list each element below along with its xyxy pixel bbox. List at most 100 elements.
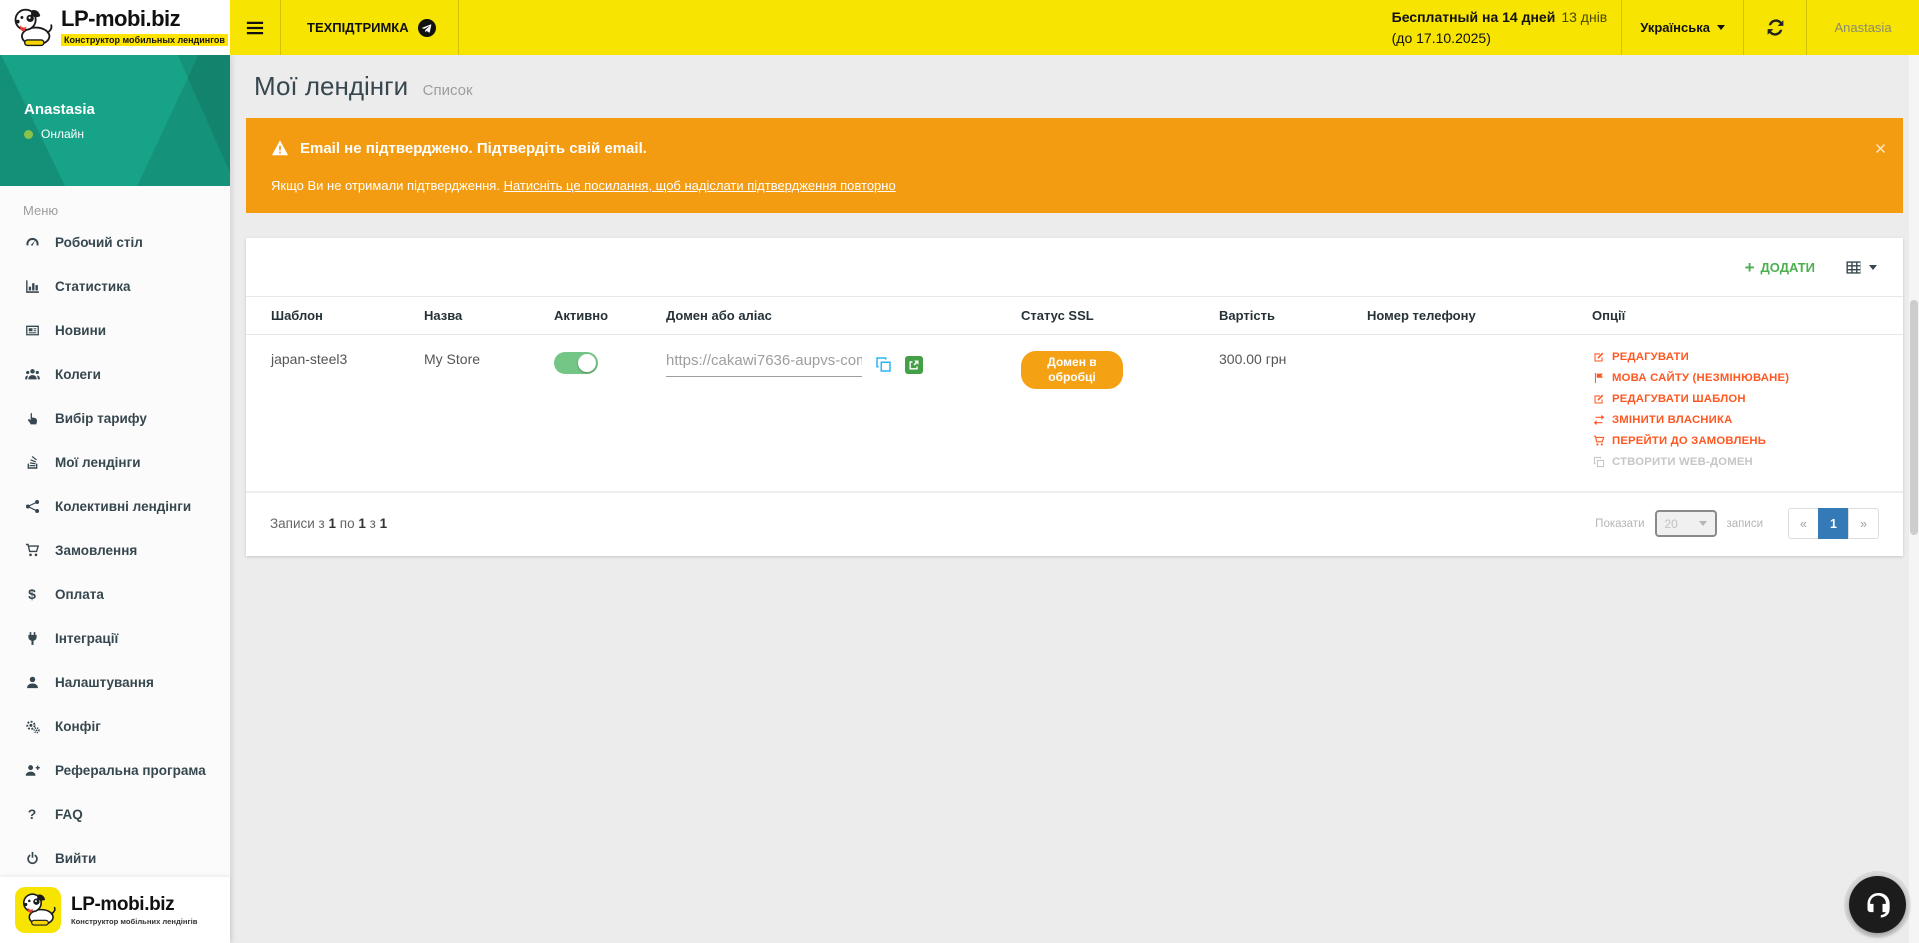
- sidebar-item-tariff[interactable]: Вибір тарифу: [0, 396, 230, 440]
- sidebar-menu: Робочий стіл Статистика Новини Колеги Ви…: [0, 220, 230, 877]
- card-toolbar: + ДОДАТИ: [246, 238, 1903, 296]
- menu-section-label: Меню: [0, 186, 230, 220]
- edit-icon: [1592, 351, 1606, 363]
- sidebar-item-label: Оплата: [55, 587, 104, 602]
- sidebar-item-label: Колеги: [55, 367, 101, 382]
- trial-plan-name: Бесплатный на 14 дней: [1392, 9, 1556, 25]
- create-web-domain-icon: [1592, 456, 1606, 468]
- colleagues-icon: [23, 367, 41, 382]
- sidebar-item-label: Інтеграції: [55, 631, 118, 646]
- plus-icon: +: [1745, 259, 1755, 276]
- footer-logo-title: LP-mobi.biz: [71, 894, 197, 916]
- col-header-ssl: Статус SSL: [1013, 297, 1211, 335]
- chevron-down-icon: [1717, 25, 1725, 34]
- sidebar-item-collective-landings[interactable]: Колективні лендінги: [0, 484, 230, 528]
- columns-toggle-button[interactable]: [1845, 259, 1877, 276]
- option-change-owner[interactable]: ЗМІНИТИ ВЛАСНИКА: [1592, 414, 1895, 426]
- chevron-down-icon: [1699, 521, 1707, 530]
- pagination-prev[interactable]: «: [1788, 508, 1819, 539]
- pagination-next[interactable]: »: [1848, 508, 1879, 539]
- sidebar-item-settings[interactable]: Налаштування: [0, 660, 230, 704]
- language-label: Українська: [1640, 20, 1710, 35]
- page-size-select[interactable]: 20: [1655, 510, 1717, 537]
- page-subtitle: Список: [423, 82, 473, 99]
- option-edit-template[interactable]: РЕДАГУВАТИ ШАБЛОН: [1592, 393, 1895, 405]
- sidebar-item-label: Вийти: [55, 851, 96, 866]
- change-owner-icon: [1592, 414, 1606, 426]
- sidebar-item-payment[interactable]: $ Оплата: [0, 572, 230, 616]
- col-header-options: Опції: [1584, 297, 1903, 335]
- telegram-icon: [418, 19, 436, 37]
- sidebar-item-news[interactable]: Новини: [0, 308, 230, 352]
- sidebar-item-referral[interactable]: Реферальна програма: [0, 748, 230, 792]
- trial-days-left: 13 днів: [1561, 9, 1607, 25]
- logo-title: LP-mobi.biz: [61, 7, 228, 30]
- app-logo[interactable]: LP-mobi.biz Конструктор мобильных лендин…: [0, 0, 230, 55]
- table-header-row: Шаблон Назва Активно Домен або аліас Ста…: [246, 297, 1903, 335]
- dashboard-icon: [23, 235, 41, 250]
- scrollbar-thumb[interactable]: [1910, 300, 1918, 535]
- page-header: Мої лендінги Список: [230, 55, 1919, 110]
- config-icon: [23, 719, 41, 734]
- headset-icon: [1863, 890, 1893, 920]
- option-go-to-orders[interactable]: ПЕРЕЙТИ ДО ЗАМОВЛЕНЬ: [1592, 435, 1895, 447]
- support-link[interactable]: ТЕХПІДТРИМКА: [281, 0, 458, 55]
- logout-icon: [23, 851, 41, 866]
- sidebar-item-label: Колективні лендінги: [55, 499, 191, 514]
- resend-confirmation-link[interactable]: Натисніть це посилання, щоб надіслати пі…: [504, 178, 896, 193]
- open-link-icon[interactable]: [905, 356, 923, 374]
- sidebar-item-label: Конфіг: [55, 719, 101, 734]
- language-icon: [1592, 372, 1606, 384]
- top-header: LP-mobi.biz Конструктор мобильных лендин…: [0, 0, 1919, 55]
- sidebar-item-faq[interactable]: ?FAQ: [0, 792, 230, 836]
- table-footer: Записи з 1 по 1 з 1 Показати 20 записи «…: [246, 492, 1903, 556]
- add-button[interactable]: + ДОДАТИ: [1745, 259, 1815, 276]
- hamburger-menu-icon[interactable]: [230, 0, 280, 55]
- pagination-page-1[interactable]: 1: [1818, 508, 1849, 539]
- show-label: Показати: [1595, 518, 1644, 530]
- option-site-language[interactable]: МОВА САЙТУ (НЕЗМІНЮВАНЕ): [1592, 372, 1895, 384]
- sidebar-item-orders[interactable]: Замовлення: [0, 528, 230, 572]
- vertical-scrollbar[interactable]: [1909, 55, 1919, 943]
- table-grid-icon: [1845, 259, 1862, 276]
- sidebar-item-colleagues[interactable]: Колеги: [0, 352, 230, 396]
- records-label: записи: [1727, 518, 1764, 530]
- sidebar-item-statistics[interactable]: Статистика: [0, 264, 230, 308]
- col-header-name: Назва: [416, 297, 546, 335]
- active-toggle[interactable]: [554, 352, 598, 374]
- option-edit[interactable]: РЕДАГУВАТИ: [1592, 351, 1895, 363]
- trial-plan-info: Бесплатный на 14 дней 13 днів (до 17.10.2…: [1392, 7, 1608, 48]
- ssl-status-badge: Домен в обробці: [1021, 351, 1123, 389]
- close-icon[interactable]: [1874, 142, 1887, 155]
- option-create-web-domain: СТВОРИТИ WEB-ДОМЕН: [1592, 456, 1895, 468]
- sidebar-item-label: Статистика: [55, 279, 130, 294]
- sidebar-item-integrations[interactable]: Інтеграції: [0, 616, 230, 660]
- sidebar-item-label: Мої лендінги: [55, 455, 141, 470]
- trial-until-date: (до 17.10.2025): [1392, 28, 1608, 48]
- support-label: ТЕХПІДТРИМКА: [307, 20, 409, 35]
- referral-icon: [23, 763, 41, 778]
- sidebar-footer-logo[interactable]: LP-mobi.biz Конструктор мобільних лендін…: [0, 877, 230, 943]
- add-button-label: ДОДАТИ: [1761, 260, 1816, 275]
- user-profile-panel: Anastasia Онлайн: [0, 55, 230, 186]
- chevron-down-icon: [1869, 265, 1877, 274]
- domain-input[interactable]: [666, 351, 862, 377]
- col-header-active: Активно: [546, 297, 658, 335]
- col-header-phone: Номер телефону: [1359, 297, 1584, 335]
- sidebar-item-logout[interactable]: Вийти: [0, 836, 230, 877]
- payment-icon: $: [23, 586, 41, 602]
- page-title: Мої лендінги: [254, 71, 408, 101]
- language-selector[interactable]: Українська: [1622, 0, 1743, 55]
- col-header-domain: Домен або аліас: [658, 297, 1013, 335]
- sidebar-item-dashboard[interactable]: Робочий стіл: [0, 220, 230, 264]
- sidebar-item-my-landings[interactable]: Мої лендінги: [0, 440, 230, 484]
- chat-widget[interactable]: [1849, 876, 1906, 933]
- sidebar-item-label: Робочий стіл: [55, 235, 143, 250]
- header-username[interactable]: Anastasia: [1807, 20, 1919, 35]
- orders-icon: [23, 543, 41, 558]
- landings-table: Шаблон Назва Активно Домен або аліас Ста…: [246, 296, 1903, 492]
- sidebar-item-config[interactable]: Конфіг: [0, 704, 230, 748]
- tariff-icon: [23, 411, 41, 426]
- copy-icon[interactable]: [875, 356, 892, 373]
- refresh-button[interactable]: [1744, 0, 1806, 55]
